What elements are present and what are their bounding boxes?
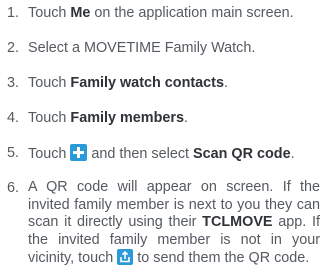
step-text: Touch Me on the application main screen. — [28, 4, 294, 22]
step-text-part: to send them the QR code. — [133, 250, 310, 267]
ui-term-family-members: Family members — [70, 110, 184, 126]
step-text-part: Touch — [28, 5, 71, 21]
step-text: A QR code will appear on screen. If the … — [28, 179, 320, 268]
step-text: Touch and then select Scan QR code. — [28, 144, 295, 163]
plus-icon — [70, 144, 88, 161]
step-text-part: . — [290, 146, 295, 162]
step-text-part: . — [223, 75, 228, 91]
step-text-part: on the application main screen. — [90, 5, 294, 21]
step-number: 3. — [7, 75, 20, 91]
step-text: Touch Family members. — [28, 109, 188, 127]
ui-term-scan-qr-code: Scan QR code — [193, 146, 291, 162]
share-icon — [117, 249, 134, 266]
ui-term-tclmove: TCLMOVE — [202, 214, 273, 231]
step-text-part: and then select — [87, 146, 194, 162]
ui-term-me: Me — [70, 5, 91, 21]
step-text-part: Touch — [28, 75, 71, 91]
step-number: 4. — [7, 110, 20, 126]
step-number: 6. — [7, 180, 20, 196]
step-number: 5. — [7, 145, 20, 161]
step-text-part: Touch — [28, 146, 71, 162]
step-text: Touch Family watch contacts. — [28, 74, 228, 92]
step-text: Select a MOVETIME Family Watch. — [28, 40, 256, 56]
instructions-list: 1. Touch Me on the application main scre… — [0, 0, 324, 272]
step-text-part: . — [184, 110, 188, 126]
step-number: 1. — [7, 5, 20, 21]
step-text-part: Touch — [28, 110, 71, 126]
ui-term-family-watch-contacts: Family watch contacts — [70, 75, 224, 91]
step-number: 2. — [7, 40, 20, 56]
